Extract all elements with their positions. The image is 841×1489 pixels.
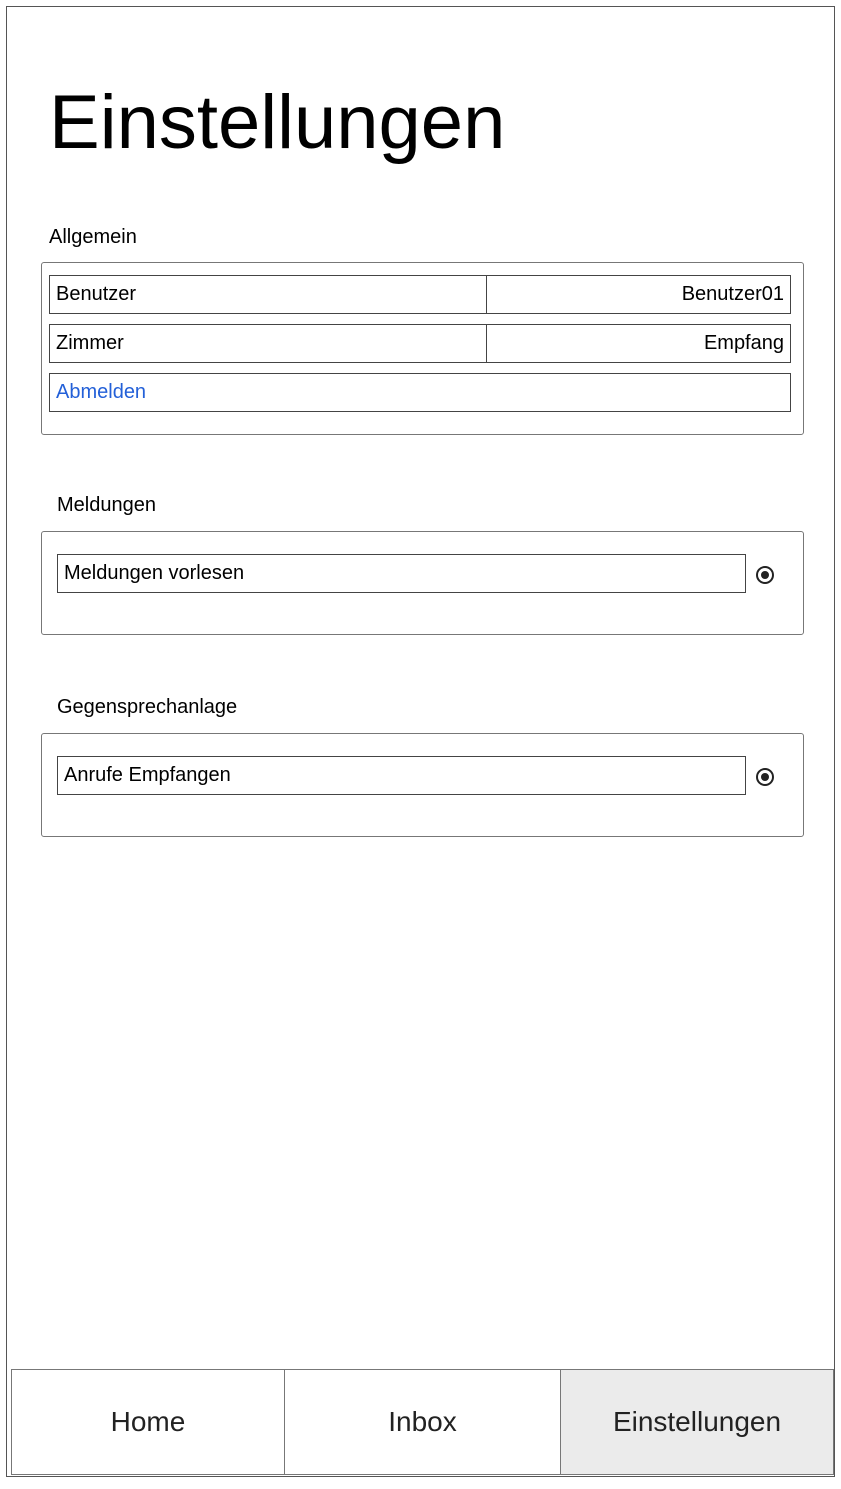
room-row: Zimmer Empfang xyxy=(49,324,791,363)
room-value: Empfang xyxy=(703,332,784,354)
logout-link[interactable]: Abmelden xyxy=(49,373,791,412)
section-label-intercom: Gegensprechanlage xyxy=(57,696,238,718)
receive-calls-radio[interactable] xyxy=(756,768,774,786)
read-notifications-field: Meldungen vorlesen xyxy=(57,554,746,593)
section-label-notifications: Meldungen xyxy=(57,494,156,516)
intercom-settings-box: Anrufe Empfangen xyxy=(41,733,804,837)
room-label: Zimmer xyxy=(50,325,487,362)
tab-home[interactable]: Home xyxy=(11,1369,285,1475)
tab-settings[interactable]: Einstellungen xyxy=(560,1369,834,1475)
user-label: Benutzer xyxy=(50,276,487,313)
read-notifications-radio[interactable] xyxy=(756,566,774,584)
notifications-settings-box: Meldungen vorlesen xyxy=(41,531,804,635)
page-title: Einstellungen xyxy=(49,80,506,165)
bottom-tab-bar: Home Inbox Einstellungen xyxy=(11,1369,834,1475)
radio-selected-dot-icon xyxy=(761,571,769,579)
general-settings-box: Benutzer Benutzer01 Zimmer Empfang Abmel… xyxy=(41,262,804,435)
user-row: Benutzer Benutzer01 xyxy=(49,275,791,314)
user-value: Benutzer01 xyxy=(681,283,784,305)
radio-selected-dot-icon xyxy=(761,773,769,781)
section-label-general: Allgemein xyxy=(49,226,137,248)
receive-calls-field: Anrufe Empfangen xyxy=(57,756,746,795)
tab-inbox[interactable]: Inbox xyxy=(284,1369,561,1475)
